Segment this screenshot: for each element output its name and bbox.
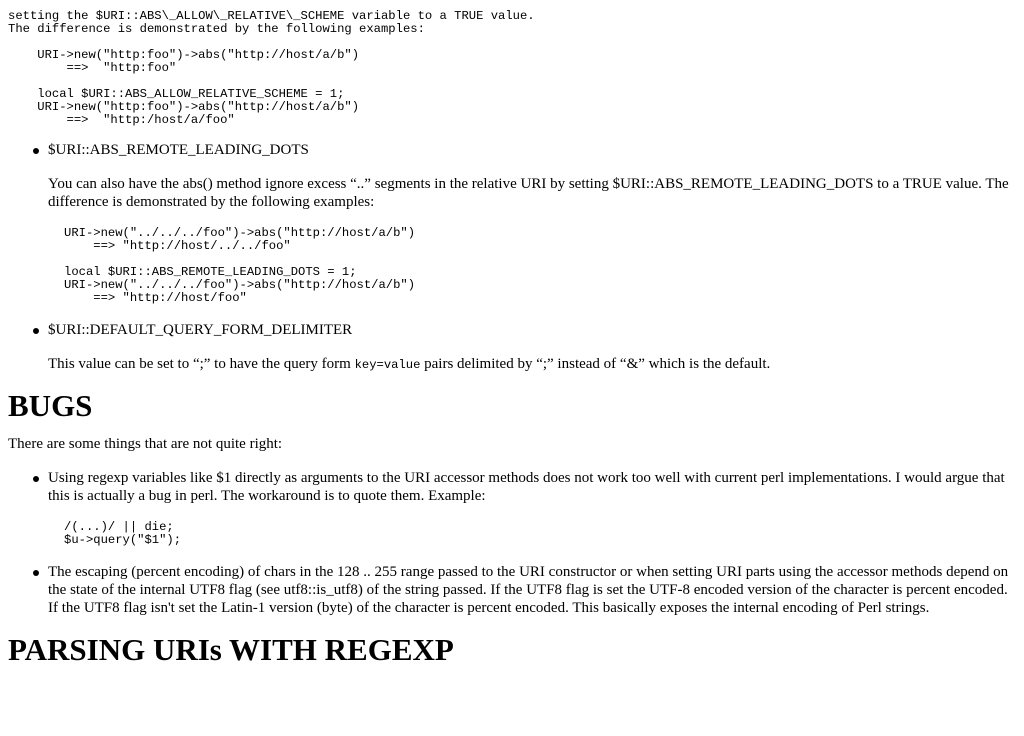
inline-code: key=value: [354, 358, 421, 372]
bugs-list: Using regexp variables like $1 directly …: [8, 469, 1016, 617]
list-item: $URI::DEFAULT_QUERY_FORM_DELIMITER This …: [33, 321, 1016, 373]
option-description: This value can be set to “;” to have the…: [48, 355, 1016, 373]
bug-description: Using regexp variables like $1 directly …: [48, 470, 1005, 504]
description-text: pairs delimited by “;” instead of “&” wh…: [420, 356, 771, 372]
option-title: $URI::ABS_REMOTE_LEADING_DOTS: [48, 142, 309, 158]
bugs-intro: There are some things that are not quite…: [8, 436, 283, 452]
code-block-regexp: /(...)/ || die; $u->query("$1");: [64, 520, 182, 547]
document-page: setting the $URI::ABS\_ALLOW\_RELATIVE\_…: [0, 0, 1024, 667]
list-item: The escaping (percent encoding) of chars…: [33, 563, 1016, 617]
bugs-heading: BUGS: [8, 388, 93, 423]
code-block-relative-scheme: setting the $URI::ABS\_ALLOW\_RELATIVE\_…: [8, 9, 535, 127]
description-text: This value can be set to “;” to have the…: [48, 356, 355, 372]
bug-description: The escaping (percent encoding) of chars…: [48, 564, 1009, 616]
list-item: Using regexp variables like $1 directly …: [33, 469, 1016, 547]
code-block-leading-dots: URI->new("../../../foo")->abs("http://ho…: [64, 226, 416, 305]
list-item: $URI::ABS_REMOTE_LEADING_DOTS You can al…: [33, 141, 1016, 305]
option-title: $URI::DEFAULT_QUERY_FORM_DELIMITER: [48, 322, 353, 338]
option-description: You can also have the abs() method ignor…: [48, 176, 1009, 210]
parsing-heading: PARSING URIs WITH REGEXP: [8, 632, 454, 667]
options-list: $URI::ABS_REMOTE_LEADING_DOTS You can al…: [8, 141, 1016, 373]
